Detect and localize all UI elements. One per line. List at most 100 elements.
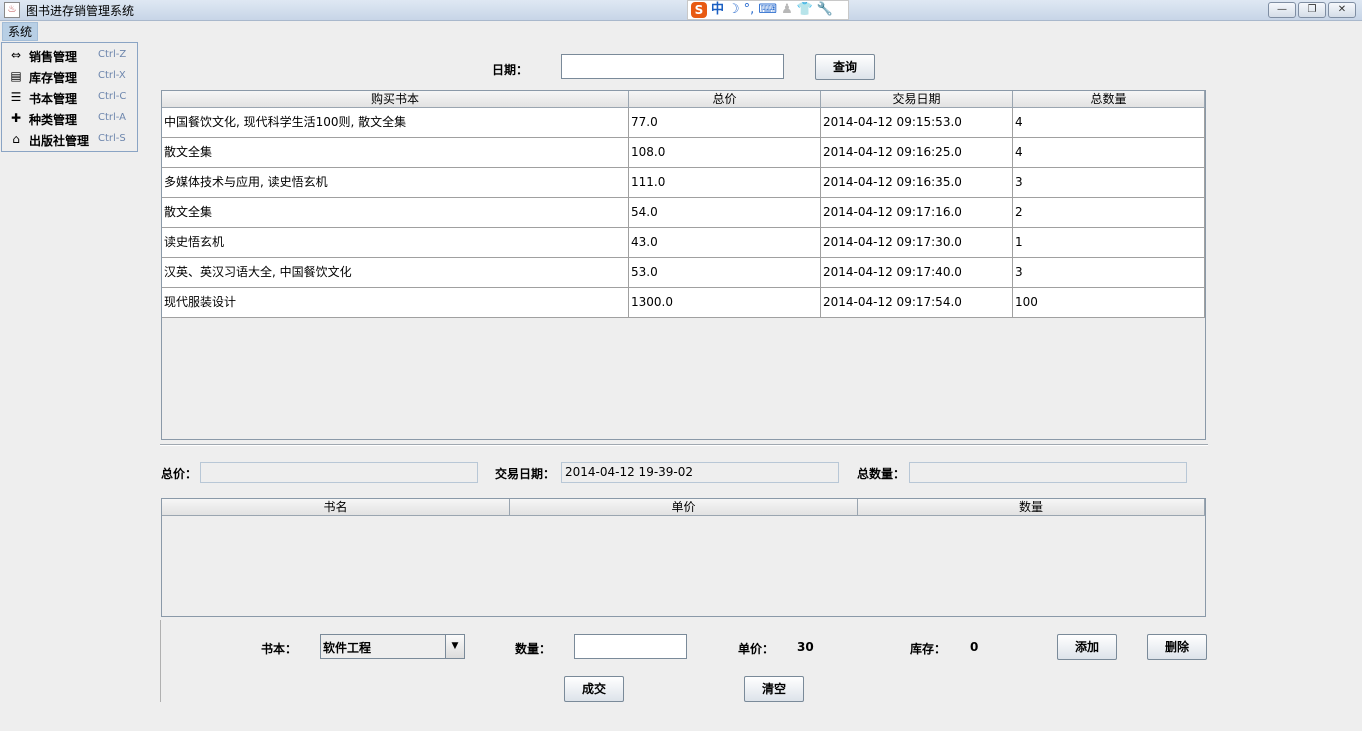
table-cell[interactable]: 108.0	[629, 138, 821, 168]
window-controls: — ❐ ✕	[1268, 2, 1356, 18]
table-cell[interactable]: 100	[1013, 288, 1205, 318]
table-cell[interactable]: 3	[1013, 258, 1205, 288]
table-cell[interactable]: 2014-04-12 09:17:30.0	[821, 228, 1013, 258]
window-title: 图书进存销管理系统	[26, 4, 135, 18]
table-cell[interactable]: 散文全集	[162, 198, 629, 228]
table-row[interactable]: 中国餐饮文化, 现代科学生活100则, 散文全集 77.0 2014-04-12 0…	[162, 108, 1205, 138]
query-button[interactable]: 查询	[815, 54, 875, 80]
stock-value: 0	[970, 640, 979, 654]
menu-bar: 系统	[0, 21, 1362, 42]
quantity-input[interactable]	[574, 634, 687, 659]
moon-icon[interactable]: ☽	[728, 1, 740, 19]
table-cell[interactable]: 4	[1013, 108, 1205, 138]
keyboard-icon[interactable]: ⌨	[758, 1, 777, 19]
column-header[interactable]: 购买书本	[162, 91, 629, 108]
table-cell[interactable]: 77.0	[629, 108, 821, 138]
java-app-icon[interactable]: ♨	[4, 2, 20, 18]
ime-toolbar[interactable]: S 中 ☽ °, ⌨ ♟ 👕 🔧	[687, 0, 849, 20]
category-icon: ✚	[10, 111, 22, 125]
menu-item-sales[interactable]: ⇔ 销售管理 Ctrl-Z	[2, 45, 137, 66]
table-cell[interactable]: 2014-04-12 09:16:25.0	[821, 138, 1013, 168]
skin-shirt-icon[interactable]: 👕	[797, 1, 813, 19]
chevron-down-icon[interactable]: ▼	[445, 635, 464, 658]
menu-item-accelerator: Ctrl-Z	[98, 49, 127, 60]
menu-item-inventory[interactable]: ▤ 库存管理 Ctrl-X	[2, 66, 137, 87]
detail-table[interactable]: 书名 单价 数量	[161, 498, 1206, 617]
table-cell[interactable]: 54.0	[629, 198, 821, 228]
book-label: 书本：	[261, 642, 298, 656]
table-cell[interactable]: 现代服装设计	[162, 288, 629, 318]
table-row[interactable]: 散文全集 54.0 2014-04-12 09:17:16.0 2	[162, 198, 1205, 228]
table-cell[interactable]: 2014-04-12 09:17:40.0	[821, 258, 1013, 288]
total-price-label: 总价：	[161, 467, 198, 481]
column-header[interactable]: 单价	[510, 499, 858, 516]
menu-item-book[interactable]: ☰ 书本管理 Ctrl-C	[2, 87, 137, 108]
column-header[interactable]: 数量	[858, 499, 1205, 516]
table-cell[interactable]: 1	[1013, 228, 1205, 258]
deal-button[interactable]: 成交	[564, 676, 624, 702]
home-icon: ⌂	[12, 132, 20, 146]
column-header[interactable]: 交易日期	[821, 91, 1013, 108]
table-cell[interactable]: 中国餐饮文化, 现代科学生活100则, 散文全集	[162, 108, 629, 138]
table-cell[interactable]: 111.0	[629, 168, 821, 198]
date-label: 日期：	[492, 63, 529, 77]
menu-item-label: 库存管理	[29, 71, 78, 85]
table-row[interactable]: 读史悟玄机 43.0 2014-04-12 09:17:30.0 1	[162, 228, 1205, 258]
menu-item-home[interactable]: ⌂ 出版社管理 Ctrl-S	[2, 129, 137, 150]
unit-price-label: 单价：	[738, 642, 775, 656]
quantity-label: 数量：	[515, 642, 552, 656]
book-select[interactable]: 软件工程 ▼	[320, 634, 465, 659]
table-cell[interactable]: 4	[1013, 138, 1205, 168]
table-cell[interactable]: 1300.0	[629, 288, 821, 318]
ime-language-toggle[interactable]: 中	[711, 1, 724, 19]
table-cell[interactable]: 2014-04-12 09:15:53.0	[821, 108, 1013, 138]
clear-button[interactable]: 清空	[744, 676, 804, 702]
user-icon[interactable]: ♟	[781, 1, 793, 19]
table-cell[interactable]: 2014-04-12 09:16:35.0	[821, 168, 1013, 198]
menu-item-accelerator: Ctrl-A	[98, 112, 127, 123]
table-cell[interactable]: 汉英、英汉习语大全, 中国餐饮文化	[162, 258, 629, 288]
trade-date-field[interactable]: 2014-04-12 19-39-02	[561, 462, 839, 483]
menu-item-label: 书本管理	[29, 92, 78, 106]
table-cell[interactable]: 2014-04-12 09:17:16.0	[821, 198, 1013, 228]
table-cell[interactable]: 读史悟玄机	[162, 228, 629, 258]
table-cell[interactable]: 3	[1013, 168, 1205, 198]
system-menu-dropdown: ⇔ 销售管理 Ctrl-Z ▤ 库存管理 Ctrl-X ☰ 书本管理 Ctrl-C ✚ 种类管理 Ct…	[1, 42, 138, 152]
menu-item-category[interactable]: ✚ 种类管理 Ctrl-A	[2, 108, 137, 129]
trade-date-label: 交易日期：	[495, 467, 556, 481]
total-qty-field[interactable]	[909, 462, 1187, 483]
restore-button[interactable]: ❐	[1298, 2, 1326, 18]
column-header[interactable]: 总价	[629, 91, 821, 108]
total-price-field[interactable]	[200, 462, 478, 483]
punctuation-icon[interactable]: °,	[744, 1, 755, 19]
column-header[interactable]: 书名	[162, 499, 510, 516]
delete-button[interactable]: 删除	[1147, 634, 1207, 660]
table-cell[interactable]: 2	[1013, 198, 1205, 228]
minimize-button[interactable]: —	[1268, 2, 1296, 18]
entry-panel	[160, 620, 1208, 702]
table-row[interactable]: 汉英、英汉习语大全, 中国餐饮文化 53.0 2014-04-12 09:17:40…	[162, 258, 1205, 288]
table-cell[interactable]: 散文全集	[162, 138, 629, 168]
sales-table[interactable]: 购买书本 总价 交易日期 总数量 中国餐饮文化, 现代科学生活100则, 散文全集 77…	[161, 90, 1206, 440]
table-cell[interactable]: 53.0	[629, 258, 821, 288]
sogou-logo-icon[interactable]: S	[691, 2, 707, 18]
menu-item-accelerator: Ctrl-X	[98, 70, 126, 81]
menu-item-accelerator: Ctrl-S	[98, 133, 126, 144]
table-row[interactable]: 多媒体技术与应用, 读史悟玄机 111.0 2014-04-12 09:16:35.…	[162, 168, 1205, 198]
wrench-icon[interactable]: 🔧	[817, 1, 833, 19]
unit-price-value: 30	[797, 640, 814, 654]
column-header[interactable]: 总数量	[1013, 91, 1205, 108]
table-cell[interactable]: 多媒体技术与应用, 读史悟玄机	[162, 168, 629, 198]
sales-icon: ⇔	[10, 48, 22, 62]
table-row[interactable]: 现代服装设计 1300.0 2014-04-12 09:17:54.0 100	[162, 288, 1205, 318]
date-input[interactable]	[561, 54, 784, 79]
menu-system[interactable]: 系统	[2, 22, 39, 41]
total-qty-label: 总数量：	[857, 467, 906, 481]
table-cell[interactable]: 2014-04-12 09:17:54.0	[821, 288, 1013, 318]
add-button[interactable]: 添加	[1057, 634, 1117, 660]
close-button[interactable]: ✕	[1328, 2, 1356, 18]
menu-item-label: 销售管理	[29, 50, 78, 64]
table-row[interactable]: 散文全集 108.0 2014-04-12 09:16:25.0 4	[162, 138, 1205, 168]
book-select-value: 软件工程	[323, 641, 372, 655]
table-cell[interactable]: 43.0	[629, 228, 821, 258]
